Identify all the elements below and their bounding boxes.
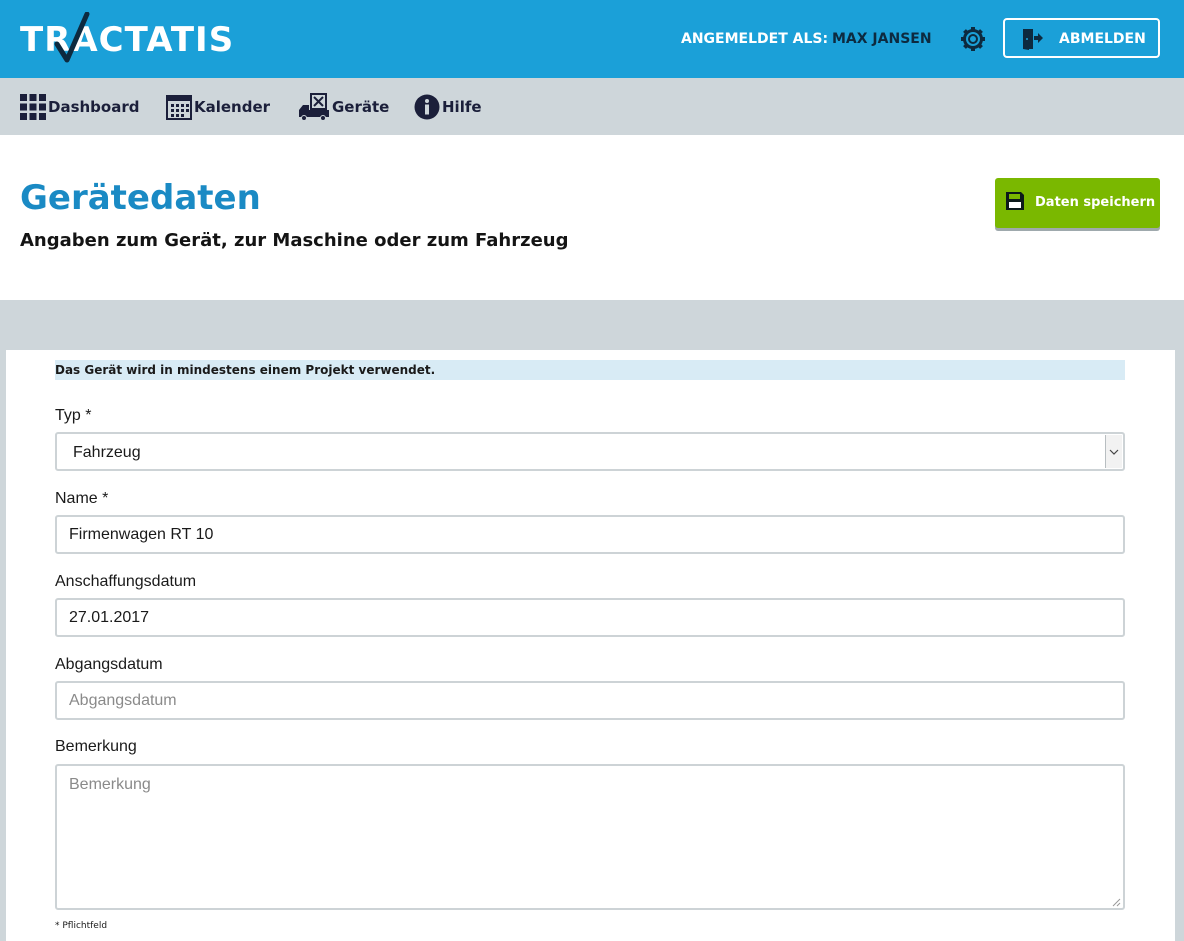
name-label: Name * (55, 490, 109, 507)
nav-label-geraete: Geräte (332, 98, 390, 116)
nav-label-kalender: Kalender (194, 98, 271, 116)
page-title: Gerätedaten (20, 178, 261, 218)
required-footnote: * Pflichtfeld (55, 921, 108, 931)
save-button[interactable]: Daten speichern (995, 178, 1160, 228)
floppy-disk-icon (1006, 192, 1024, 210)
anschaffungsdatum-label: Anschaffungsdatum (55, 573, 197, 590)
nav-item-geraete[interactable]: Geräte (298, 93, 390, 121)
truck-icon (299, 93, 329, 121)
bemerkung-textarea[interactable] (55, 764, 1125, 910)
nav-label-hilfe: Hilfe (442, 98, 482, 116)
abgangsdatum-label: Abgangsdatum (55, 656, 163, 673)
typ-label: Typ * (55, 407, 92, 424)
name-input[interactable] (55, 515, 1125, 554)
main-navigation: Dashboard Kalender Geräte Hilfe (0, 78, 1184, 135)
logout-button[interactable]: ABMELDEN (1003, 18, 1160, 58)
top-header: TRACTATIS ANGEMELDET ALS: MAX JANSEN ABM… (0, 0, 1184, 78)
logout-label: ABMELDEN (1059, 31, 1146, 47)
nav-item-hilfe[interactable]: Hilfe (414, 94, 482, 120)
bemerkung-label: Bemerkung (55, 738, 137, 755)
grid-icon (20, 94, 46, 120)
user-name[interactable]: MAX JANSEN (832, 31, 932, 47)
gear-icon[interactable] (960, 26, 986, 52)
logo-checkmark-icon (54, 12, 90, 63)
typ-select[interactable]: Fahrzeug (55, 432, 1125, 471)
save-button-label: Daten speichern (1035, 195, 1156, 210)
calendar-icon (166, 95, 192, 120)
nav-label-dashboard: Dashboard (48, 98, 140, 116)
door-exit-icon (1023, 29, 1043, 50)
resize-grip-icon[interactable] (1109, 895, 1121, 907)
typ-selected-value: Fahrzeug (73, 444, 141, 461)
chevron-down-icon[interactable] (1105, 435, 1122, 468)
nav-item-kalender[interactable]: Kalender (166, 94, 270, 120)
tractatis-logo[interactable]: TRACTATIS (20, 12, 234, 66)
info-icon (414, 94, 440, 120)
abgangsdatum-input[interactable] (55, 681, 1125, 720)
anschaffungsdatum-input[interactable] (55, 598, 1125, 637)
nav-item-dashboard[interactable]: Dashboard (20, 94, 139, 120)
usage-notice: Das Gerät wird in mindestens einem Proje… (55, 360, 1125, 380)
page-subtitle: Angaben zum Gerät, zur Maschine oder zum… (20, 230, 569, 251)
logged-in-label: ANGEMELDET ALS: (681, 31, 829, 47)
